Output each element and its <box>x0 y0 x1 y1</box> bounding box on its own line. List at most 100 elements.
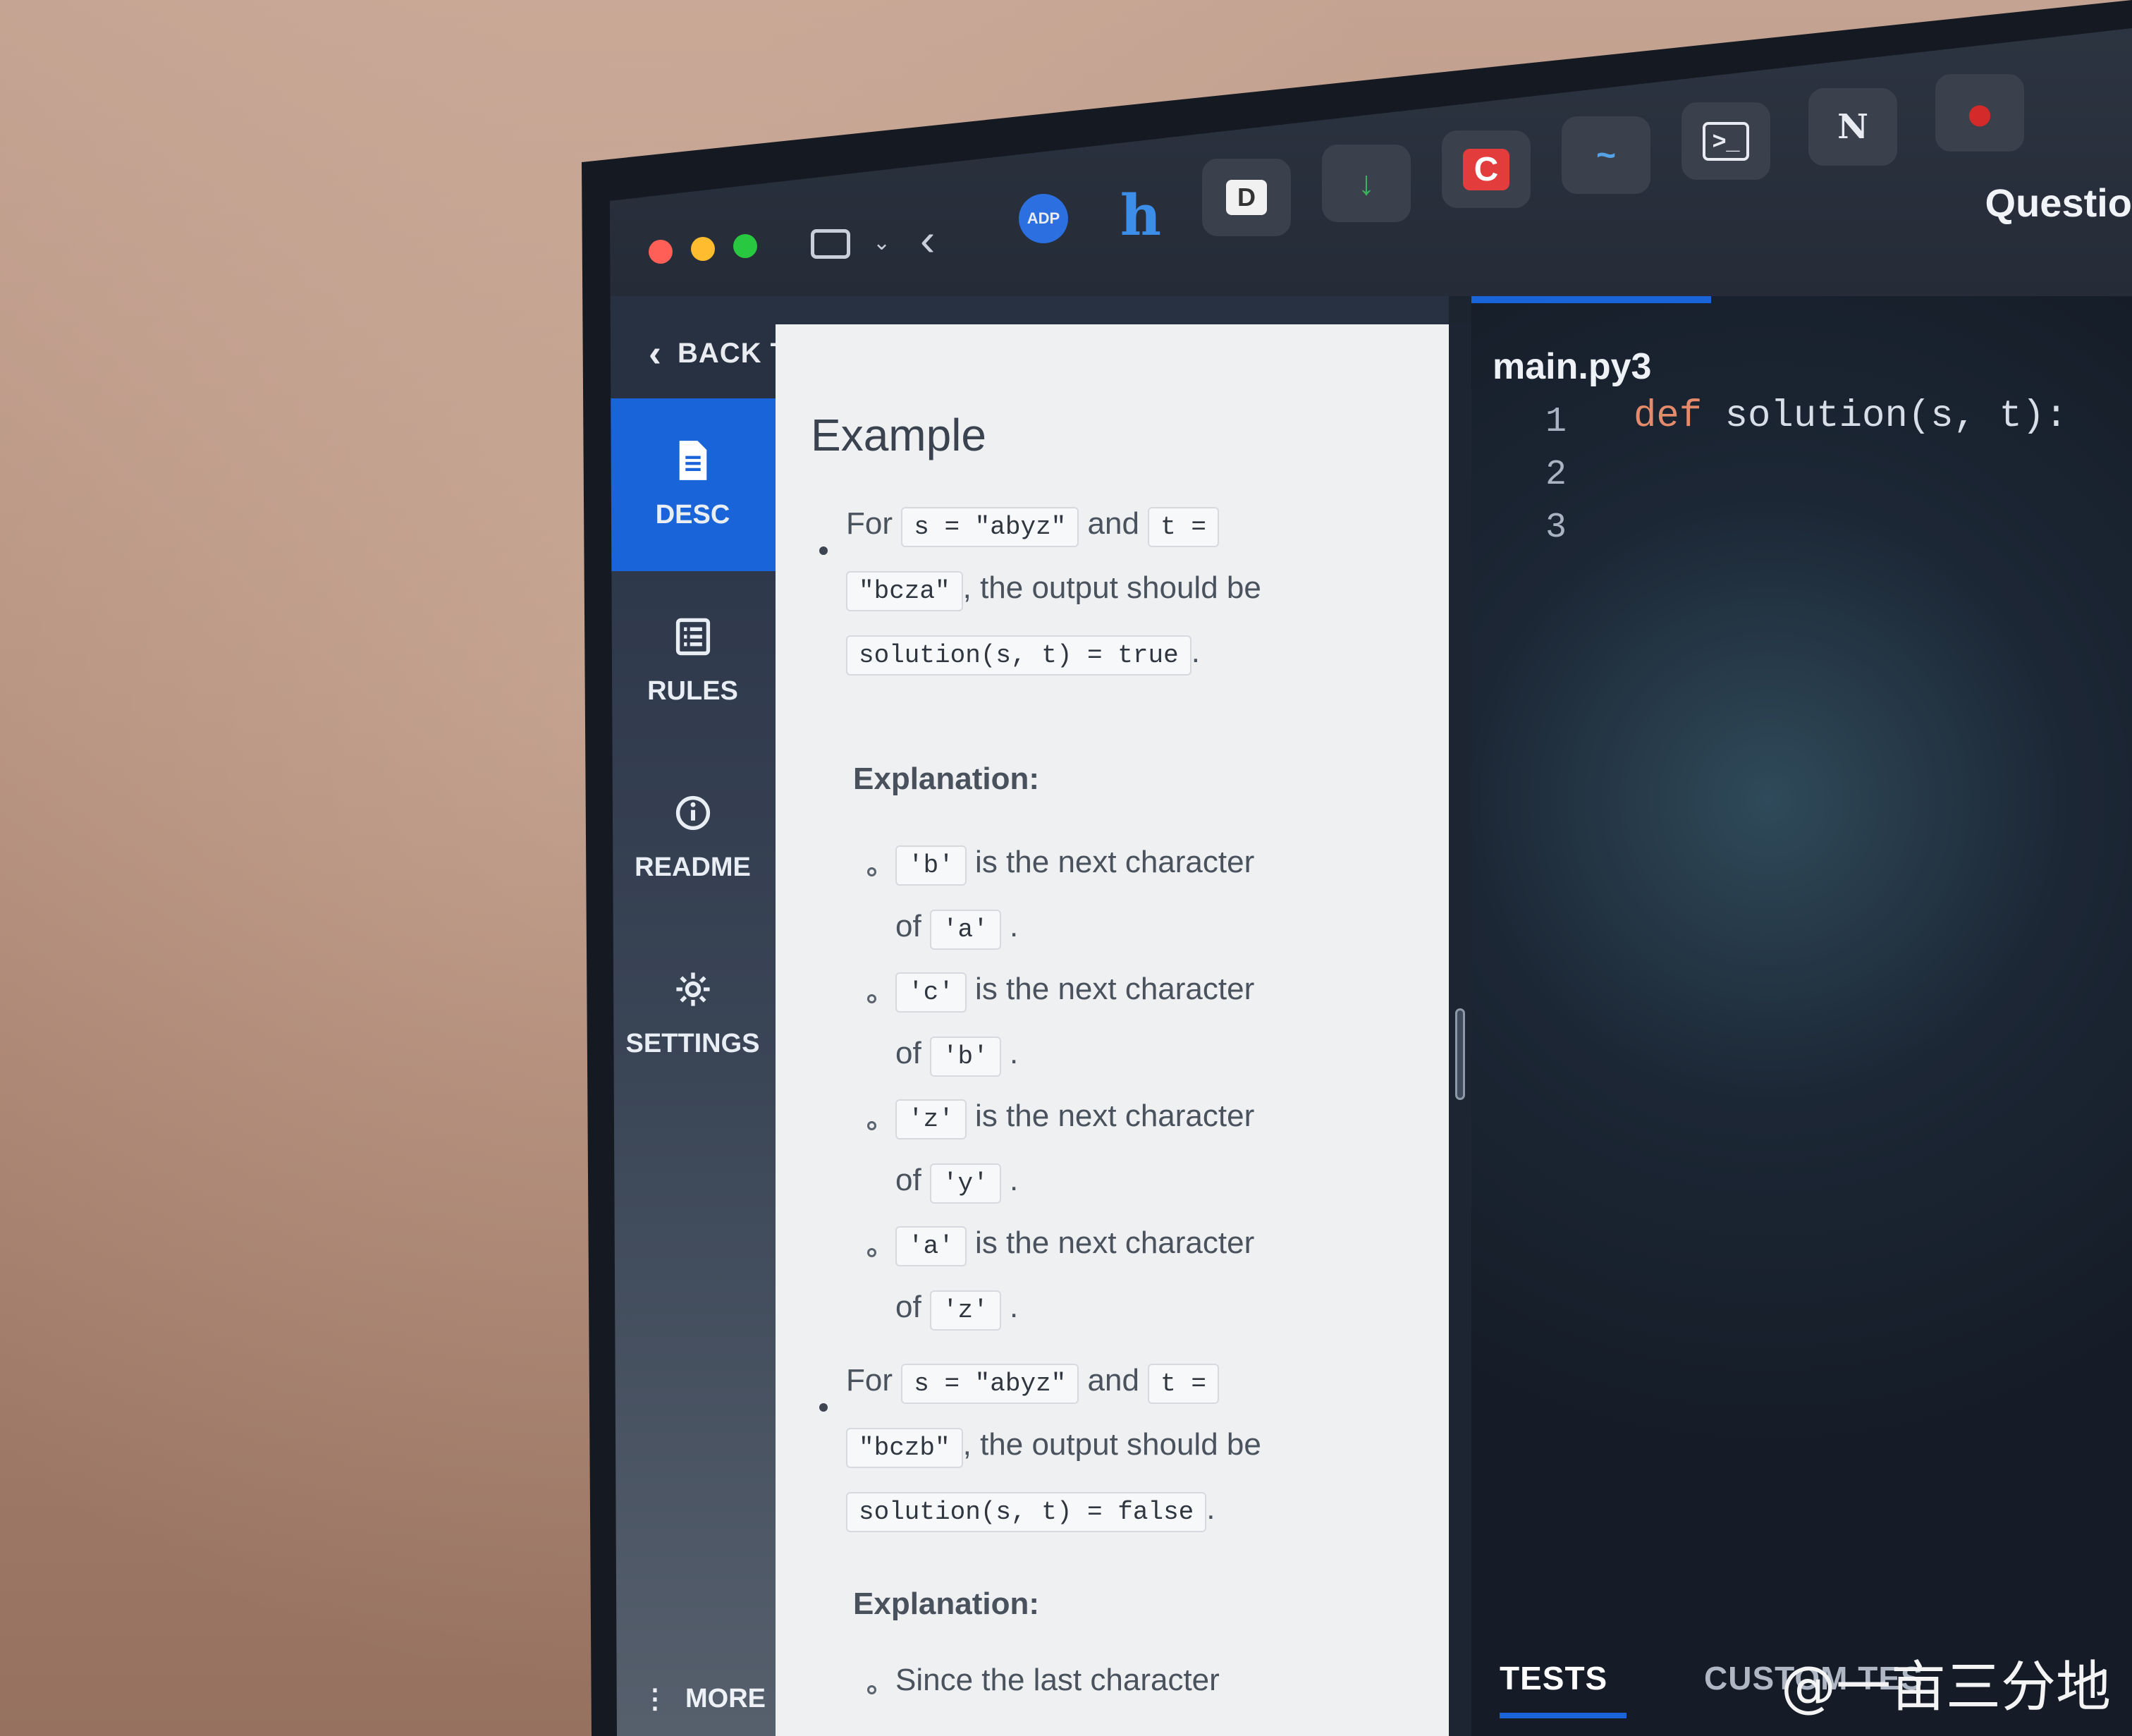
example-heading: Example <box>811 410 986 460</box>
adp-app-label: ADP <box>1027 209 1060 227</box>
code-text: solution(s, t): <box>1702 395 2068 438</box>
h-app-label: h <box>1120 182 1162 248</box>
example-1: For s = "abyz" and t = "bcza", the outpu… <box>846 494 1382 686</box>
result-code: solution(s, t) = true <box>846 635 1191 676</box>
output-text: , the output should be <box>962 1427 1261 1462</box>
tab-tests[interactable]: TESTS <box>1500 1659 1607 1697</box>
chevron-down-icon[interactable]: ⌄ <box>873 233 890 254</box>
period: . <box>1191 635 1200 669</box>
code-line-1[interactable]: def solution(s, t): <box>1634 395 2068 438</box>
sub-bullet <box>867 994 876 1003</box>
sub-bullet <box>867 867 876 876</box>
s-code: s = "abyz" <box>901 507 1079 547</box>
and-text: and <box>1087 1363 1139 1398</box>
prev-char-code: 'b' <box>929 1037 1001 1077</box>
of-text: of <box>895 1036 921 1070</box>
sub-bullet <box>867 1121 876 1130</box>
prev-char-code: 'y' <box>929 1163 1001 1204</box>
description-panel: Example For s = "abyz" and t = "bcza", t… <box>776 324 1449 1736</box>
t-value-code: "bcza" <box>846 571 963 611</box>
document-icon <box>679 441 706 480</box>
screen: ⌄ ‹ ADP h D ↓ C ~ >_ N ● Questio ‹ BACK … <box>610 28 2132 1736</box>
char-code: 'a' <box>895 1226 967 1266</box>
bullet-dot <box>819 1403 828 1412</box>
sidebar: DESC RULES README SETTINGS ⋮ MORE <box>610 398 776 1736</box>
line-number: 3 <box>1545 508 1567 548</box>
char-code: 'c' <box>895 972 967 1013</box>
list-icon <box>675 618 710 656</box>
sidebar-toggle-icon[interactable] <box>811 229 850 259</box>
file-tab-main-py3[interactable]: main.py3 <box>1493 346 1651 388</box>
sub-bullet <box>867 1248 876 1257</box>
d-app[interactable]: D <box>1202 159 1291 236</box>
and-text: and <box>1087 506 1139 541</box>
example-2: For s = "abyz" and t = "bczb", the outpu… <box>846 1350 1382 1543</box>
c-app[interactable]: C <box>1442 130 1531 208</box>
c-app-label: C <box>1462 148 1510 190</box>
explanation-text: is the next character <box>975 972 1255 1006</box>
of-text: of <box>895 1163 921 1197</box>
record-app-label: ● <box>1964 85 1995 140</box>
minimize-window-button[interactable] <box>691 237 715 261</box>
gear-icon <box>675 972 710 1006</box>
code-editor[interactable]: main.py3 1 2 3 def solution(s, t): TESTS… <box>1471 296 2132 1736</box>
close-window-button[interactable] <box>649 240 673 264</box>
chevron-left-icon: ‹ <box>649 332 662 374</box>
sidebar-item-desc[interactable]: DESC <box>610 398 776 571</box>
explanation-text: Since the last character <box>895 1663 1220 1697</box>
bullet-dot <box>819 546 828 555</box>
sidebar-item-rules[interactable]: RULES <box>610 575 776 747</box>
sidebar-item-label: DESC <box>655 500 730 530</box>
sidebar-item-settings[interactable]: SETTINGS <box>610 927 776 1100</box>
of-text: of <box>895 909 921 943</box>
explanation-item: 'a' is the next character of 'z' . <box>895 1213 1354 1341</box>
h-app[interactable]: h <box>1096 176 1185 254</box>
fish-app[interactable]: ~ <box>1562 116 1650 194</box>
sidebar-item-label: SETTINGS <box>625 1029 760 1058</box>
sub-bullet <box>867 1685 876 1694</box>
more-dots-icon: ⋮ <box>642 1685 668 1714</box>
fish-app-label: ~ <box>1595 136 1617 174</box>
char-code: 'z' <box>895 1099 967 1139</box>
s-code: s = "abyz" <box>901 1364 1079 1404</box>
for-text: For <box>846 506 893 541</box>
notion-app[interactable]: N <box>1808 88 1897 166</box>
sidebar-item-readme[interactable]: README <box>610 751 776 924</box>
terminal-app[interactable]: >_ <box>1681 102 1770 180</box>
download-app[interactable]: ↓ <box>1322 145 1411 222</box>
of-text: of <box>895 1290 921 1324</box>
record-app[interactable]: ● <box>1935 74 2024 152</box>
for-text: For <box>846 1363 893 1398</box>
terminal-app-label: >_ <box>1702 121 1750 161</box>
info-icon <box>675 795 710 831</box>
prev-char-code: 'a' <box>929 910 1001 950</box>
explanation-label: Explanation: <box>853 762 1040 796</box>
sidebar-item-label: README <box>635 852 751 882</box>
watermark: @一亩三分地 <box>1780 1656 2111 1719</box>
active-tab-indicator <box>1471 296 1711 303</box>
explanation-item: 'z' is the next character of 'y' . <box>895 1086 1354 1214</box>
more-label: MORE <box>685 1684 766 1713</box>
prev-char-code: 'z' <box>929 1290 1001 1331</box>
explanation-item: 'c' is the next character of 'b' . <box>895 959 1354 1087</box>
zoom-window-button[interactable] <box>733 234 757 258</box>
line-number: 2 <box>1545 455 1567 495</box>
explanation-item: 'b' is the next character of 'a' . <box>895 832 1354 960</box>
adp-app[interactable]: ADP <box>1019 194 1068 243</box>
explanation-label: Explanation: <box>853 1587 1040 1621</box>
active-tab-underline <box>1500 1713 1626 1718</box>
char-code: 'b' <box>895 845 967 886</box>
explanation-text: is the next character <box>975 1225 1255 1260</box>
more-button[interactable]: ⋮ MORE <box>642 1683 766 1715</box>
explanation-item: Since the last character <box>895 1650 1354 1711</box>
line-number: 1 <box>1545 402 1567 442</box>
download-app-label: ↓ <box>1358 164 1375 202</box>
resize-handle[interactable] <box>1455 1008 1465 1100</box>
notion-app-label: N <box>1837 107 1868 147</box>
d-app-label: D <box>1226 180 1267 215</box>
explanation-text: is the next character <box>975 845 1255 879</box>
sidebar-item-label: RULES <box>647 676 738 706</box>
t-code: t = <box>1148 1364 1219 1404</box>
window-title: Questio <box>1985 181 2132 225</box>
chevron-left-icon[interactable]: ‹ <box>920 217 935 262</box>
